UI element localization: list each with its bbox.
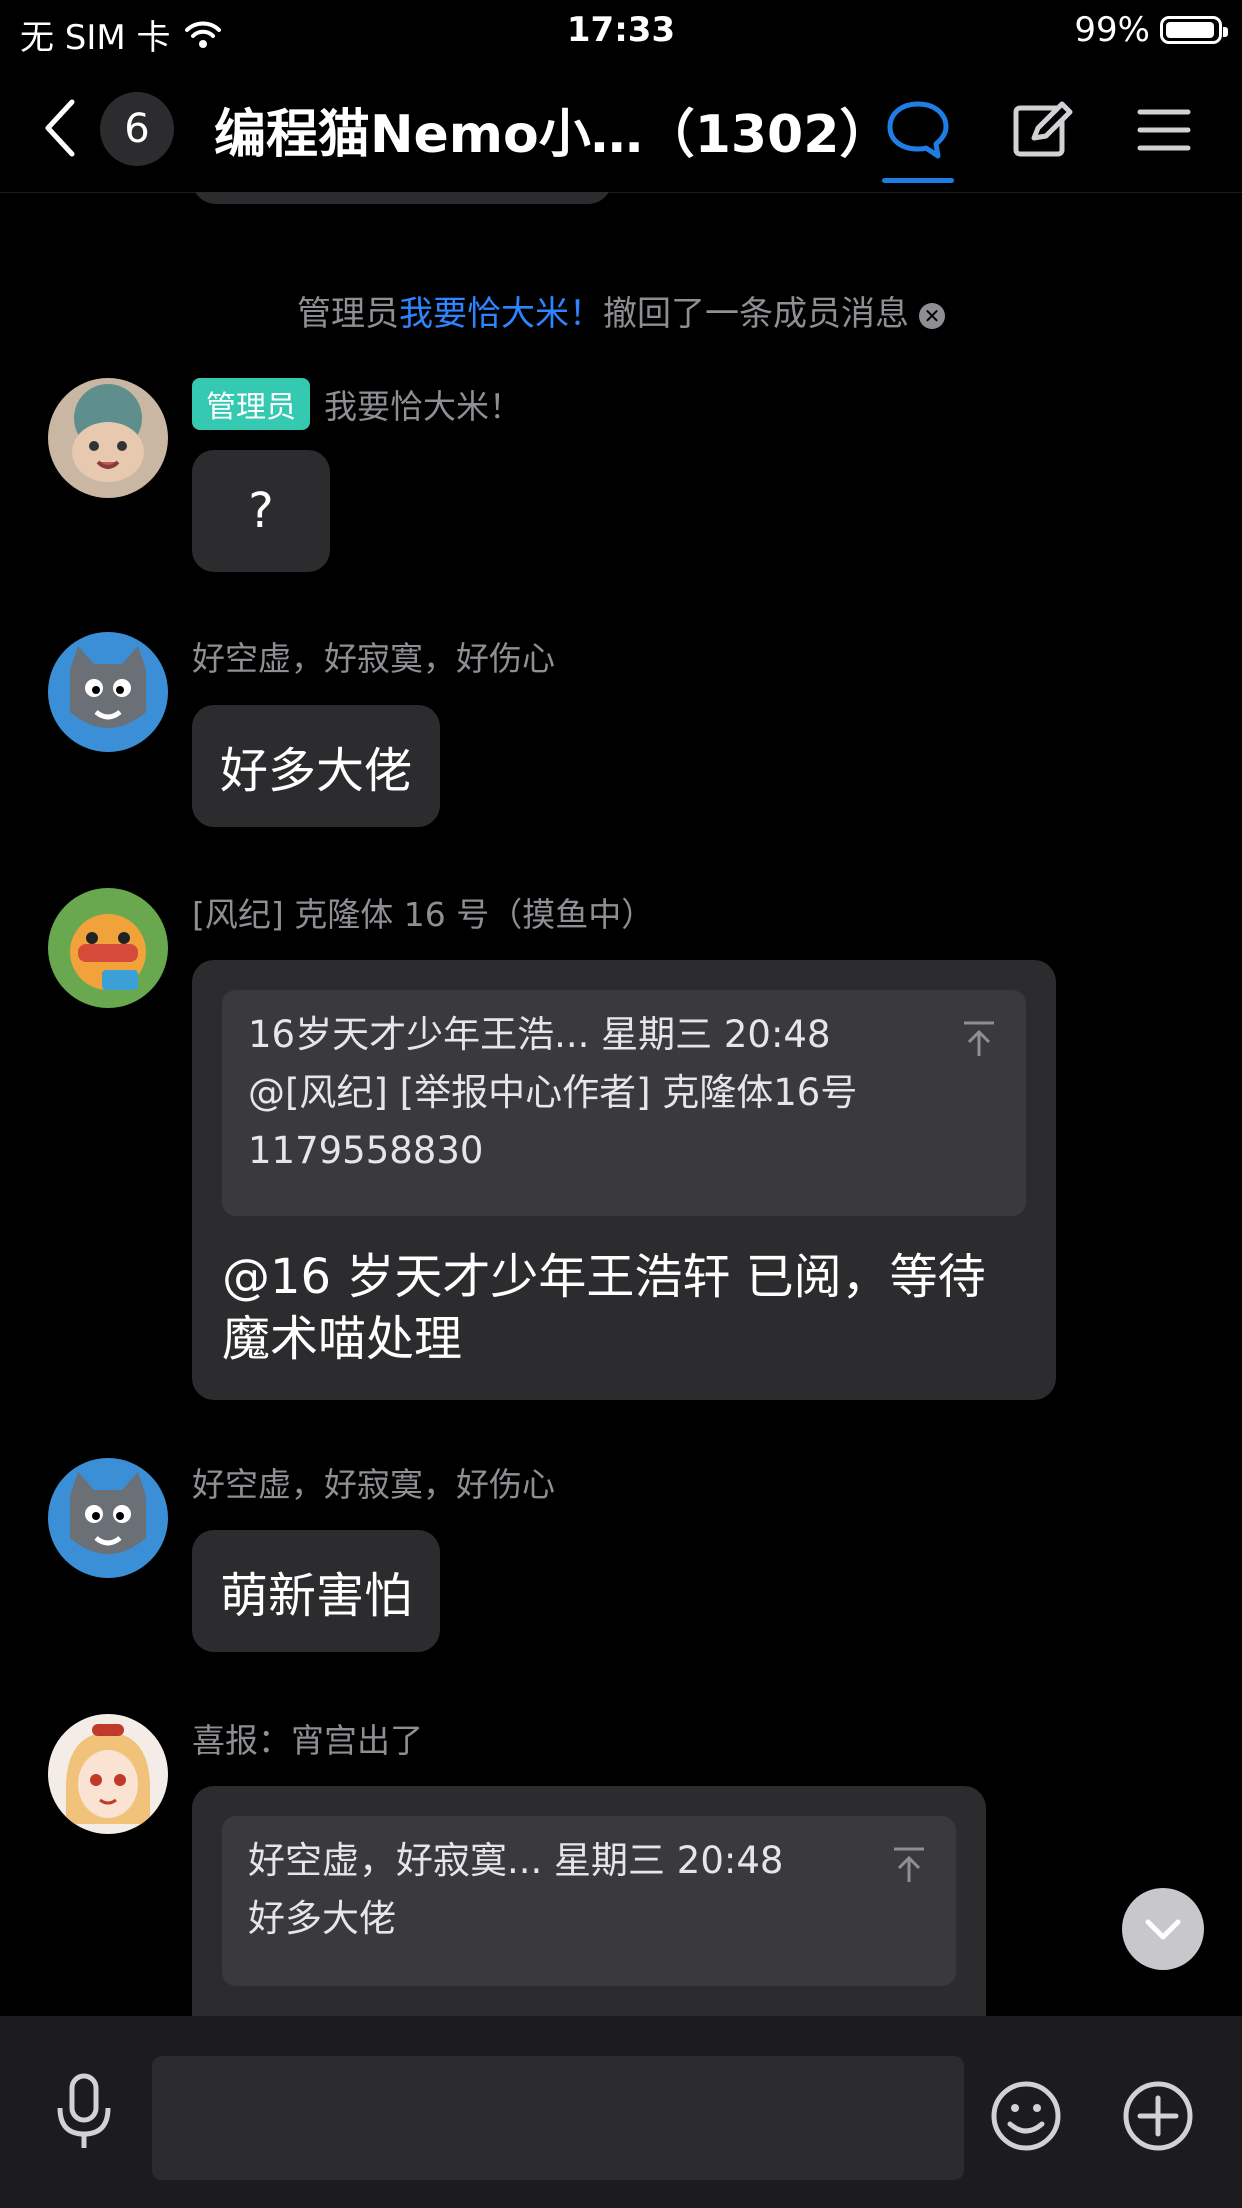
chevron-down-icon [1145,1919,1181,1940]
message-sender: 喜报：宵宫出了 [192,1714,423,1762]
sender-name[interactable]: 我要恰大米！ [324,380,522,428]
quote-text: 好多大佬 [248,1897,396,1940]
quote-header: 16岁天才少年王浩... 星期三 20:48 [248,1013,831,1056]
arrow-to-top-icon[interactable] [962,1020,996,1058]
sender-name[interactable]: [风纪] 克隆体 16 号（摸鱼中） [192,888,654,936]
scroll-to-bottom-button[interactable] [1122,1888,1204,1970]
message-text: 好多大佬 [220,743,413,799]
message-input[interactable] [152,2056,964,2180]
avatar[interactable] [48,632,168,752]
sender-name[interactable]: 好空虚，好寂寞，好伤心 [192,1458,555,1506]
chat-message-list[interactable]: 管理员我要恰大米！撤回了一条成员消息 ✕ 管理员 我要恰大米！ ? 好空虚，好寂寞… [0,192,1242,2016]
status-right: 99% [1074,10,1228,50]
message-input-bar [0,2016,1242,2208]
emoji-icon[interactable] [990,2080,1062,2152]
close-icon[interactable]: ✕ [919,302,945,329]
reply-message-bubble[interactable]: 16岁天才少年王浩... 星期三 20:48 @[风纪] [举报中心作者] 克隆… [192,960,1056,1400]
active-tab-indicator [882,178,954,183]
quote-header: 好空虚，好寂寞... 星期三 20:48 [248,1839,784,1882]
quoted-message[interactable]: 16岁天才少年王浩... 星期三 20:48 @[风纪] [举报中心作者] 克隆… [222,990,1026,1216]
message-text: @16 岁天才少年王浩轩 已阅，等待 魔术喵处理 [222,1216,1026,1370]
avatar[interactable] [48,888,168,1008]
battery-icon [1160,16,1228,44]
quote-text: @[风纪] [举报中心作者] 克隆体16号 [248,1071,858,1114]
quote-text: 1179558830 [248,1129,484,1172]
message-text-line: 魔术喵处理 [222,1311,463,1367]
group-title[interactable]: 编程猫Nemo小…（1302） [214,92,891,167]
arrow-to-top-icon[interactable] [892,1846,926,1884]
sender-name[interactable]: 喜报：宵宫出了 [192,1714,423,1762]
microphone-icon[interactable] [52,2072,116,2152]
avatar[interactable] [48,378,168,498]
menu-icon[interactable] [1132,98,1196,162]
system-message-suffix: 撤回了一条成员消息 [603,294,909,334]
quoted-message[interactable]: 好空虚，好寂寞... 星期三 20:48 好多大佬 [222,1816,956,1986]
message-sender: 好空虚，好寂寞，好伤心 [192,1458,555,1506]
sender-name[interactable]: 好空虚，好寂寞，好伤心 [192,632,555,680]
previous-message-bubble [192,192,612,204]
admin-role-badge: 管理员 [192,378,310,430]
message-text-line: @16 岁天才少年王浩轩 已阅，等待 [222,1249,986,1305]
system-message-prefix: 管理员 [297,294,399,334]
message-bubble[interactable]: 萌新害怕 [192,1530,441,1652]
back-chevron-icon[interactable] [40,98,80,158]
reply-message-bubble[interactable]: 好空虚，好寂寞... 星期三 20:48 好多大佬 [192,1786,986,2016]
message-text: ? [248,483,274,539]
avatar[interactable] [48,1458,168,1578]
message-bubble[interactable]: ? [192,450,330,572]
chat-bubble-icon[interactable] [886,98,950,162]
status-time: 17:33 [566,10,676,50]
unread-count-badge[interactable]: 6 [100,92,174,166]
message-sender: 好空虚，好寂寞，好伤心 [192,632,555,680]
nav-bar: 6 编程猫Nemo小…（1302） [0,62,1242,193]
edit-icon[interactable] [1010,98,1074,162]
message-bubble[interactable]: 好多大佬 [192,705,441,827]
status-bar: 无 SIM 卡 17:33 99% [0,0,1242,62]
battery-percent: 99% [1074,10,1150,50]
system-message-user-link[interactable]: 我要恰大米！ [399,294,603,334]
plus-icon[interactable] [1122,2080,1194,2152]
avatar[interactable] [48,1714,168,1834]
message-sender: [风纪] 克隆体 16 号（摸鱼中） [192,888,654,936]
system-message-recall: 管理员我要恰大米！撤回了一条成员消息 ✕ [0,286,1242,335]
message-sender: 管理员 我要恰大米！ [192,378,522,430]
message-text: 萌新害怕 [220,1568,413,1624]
